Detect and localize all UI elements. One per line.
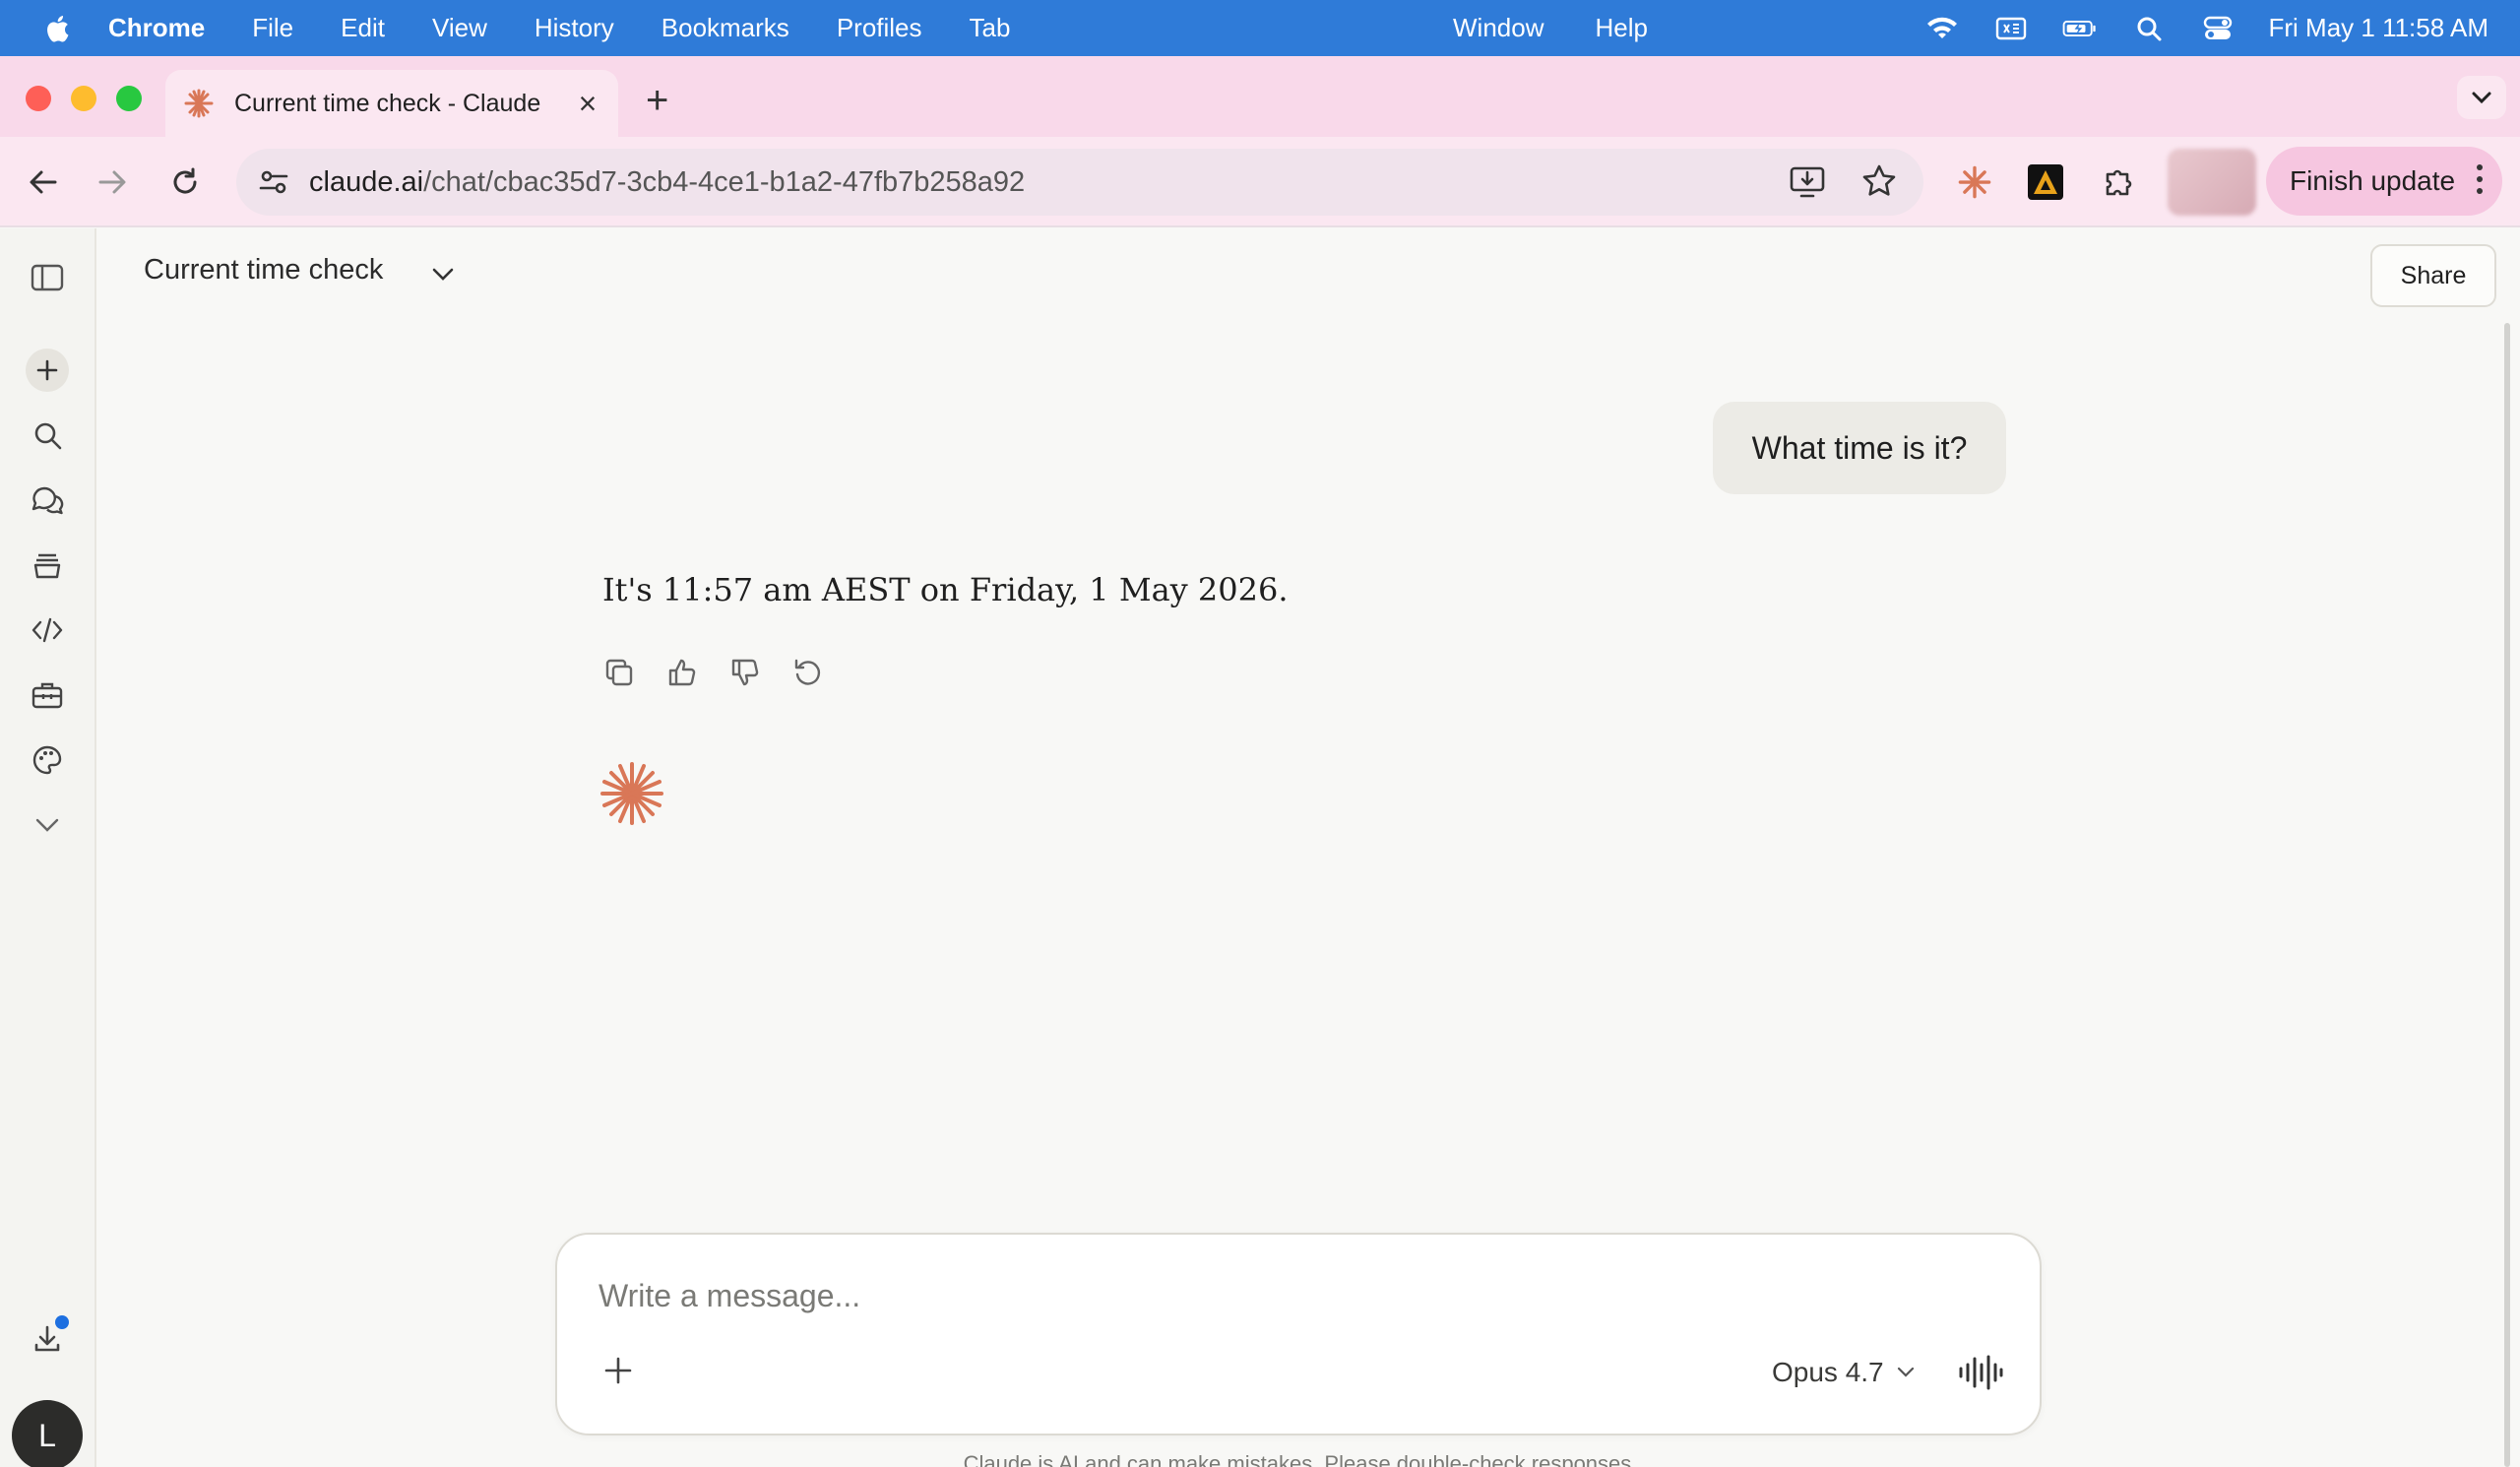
bookmark-star-icon[interactable] xyxy=(1860,162,1898,207)
disclaimer-text: Claude is AI and can make mistakes. Plea… xyxy=(963,1451,1638,1467)
reload-icon xyxy=(173,167,197,194)
menu-help[interactable]: Help xyxy=(1595,13,1647,43)
triangle-extension-icon[interactable] xyxy=(2024,160,2067,204)
menu-history[interactable]: History xyxy=(535,13,614,43)
tab-strip: Current time check - Claude × + xyxy=(0,56,2520,137)
url-text: claude.ai/chat/cbac35d7-3cb4-4ce1-b1a2-4… xyxy=(309,166,1025,199)
menu-edit[interactable]: Edit xyxy=(341,13,385,43)
menu-profiles[interactable]: Profiles xyxy=(837,13,922,43)
add-attachment-button[interactable] xyxy=(598,1351,638,1390)
arrow-right-icon xyxy=(98,170,126,194)
tab-search-button[interactable] xyxy=(2457,76,2506,119)
chevron-down-icon xyxy=(1897,1367,1914,1377)
window-zoom-button[interactable] xyxy=(116,86,142,111)
menu-window[interactable]: Window xyxy=(1453,13,1544,43)
url-domain: claude.ai xyxy=(309,165,424,198)
message-composer: Opus 4.7 xyxy=(555,1233,2042,1435)
menu-view[interactable]: View xyxy=(432,13,487,43)
new-tab-button[interactable]: + xyxy=(646,81,668,120)
back-button[interactable] xyxy=(22,160,65,204)
model-selector[interactable]: Opus 4.7 xyxy=(1772,1357,1916,1388)
notification-dot xyxy=(55,1315,69,1329)
battery-icon[interactable] xyxy=(2062,14,2098,43)
menu-bookmarks[interactable]: Bookmarks xyxy=(662,13,789,43)
assistant-message-text: It's 11:57 am AEST on Friday, 1 May 2026… xyxy=(602,571,1289,608)
browser-tab-active[interactable]: Current time check - Claude × xyxy=(165,70,618,137)
model-label: Opus 4.7 xyxy=(1772,1357,1884,1387)
message-actions xyxy=(602,656,825,689)
url-path: /chat/cbac35d7-3cb4-4ce1-b1a2-47fb7b258a… xyxy=(423,165,1026,198)
message-input[interactable] xyxy=(598,1278,1780,1314)
menu-tab[interactable]: Tab xyxy=(970,13,1011,43)
chats-icon[interactable] xyxy=(28,480,67,520)
new-chat-button[interactable] xyxy=(26,349,69,392)
palette-icon[interactable] xyxy=(28,740,67,780)
claude-extension-icon[interactable] xyxy=(1953,160,1996,204)
wifi-icon[interactable] xyxy=(1924,14,1960,43)
tab-title: Current time check - Claude xyxy=(234,89,541,117)
claude-favicon-icon xyxy=(184,89,214,118)
menu-app-name[interactable]: Chrome xyxy=(108,13,205,43)
retry-icon[interactable] xyxy=(791,656,825,689)
scrollbar[interactable] xyxy=(2504,323,2510,1467)
window-close-button[interactable] xyxy=(26,86,51,111)
claude-logo-icon xyxy=(600,762,663,825)
site-info-icon[interactable] xyxy=(254,162,293,202)
control-center-icon[interactable] xyxy=(2200,14,2236,43)
plus-icon xyxy=(604,1357,632,1384)
chevron-down-icon[interactable] xyxy=(429,262,457,286)
projects-icon[interactable] xyxy=(28,545,67,585)
chevron-down-icon[interactable] xyxy=(28,805,67,845)
voice-mode-icon[interactable] xyxy=(1957,1353,2004,1392)
thumbs-down-icon[interactable] xyxy=(728,656,762,689)
user-message-text: What time is it? xyxy=(1751,429,1968,466)
macos-menu-bar: Chrome File Edit View History Bookmarks … xyxy=(0,0,2520,56)
input-source-icon[interactable] xyxy=(1993,14,2029,43)
copy-icon[interactable] xyxy=(602,656,636,689)
install-app-icon[interactable] xyxy=(1788,162,1827,207)
code-icon[interactable] xyxy=(28,610,67,650)
user-message-bubble: What time is it? xyxy=(1713,402,2006,494)
chevron-down-icon xyxy=(2472,92,2491,104)
forward-button[interactable] xyxy=(91,160,134,204)
app-sidebar: L xyxy=(0,228,96,1467)
finish-update-button[interactable]: Finish update xyxy=(2266,147,2502,216)
finish-update-label: Finish update xyxy=(2290,165,2456,196)
thumbs-up-icon[interactable] xyxy=(665,656,699,689)
spotlight-search-icon[interactable] xyxy=(2131,14,2167,43)
extensions-puzzle-icon[interactable] xyxy=(2097,160,2140,204)
address-bar[interactable]: claude.ai/chat/cbac35d7-3cb4-4ce1-b1a2-4… xyxy=(236,149,1923,216)
more-menu-icon[interactable] xyxy=(2477,164,2483,200)
arrow-left-icon xyxy=(30,170,57,194)
share-button[interactable]: Share xyxy=(2370,244,2496,307)
profile-avatar[interactable] xyxy=(2168,149,2256,216)
menu-file[interactable]: File xyxy=(252,13,293,43)
plus-icon xyxy=(36,359,58,381)
tab-close-icon[interactable]: × xyxy=(575,88,600,119)
window-minimize-button[interactable] xyxy=(71,86,96,111)
reload-button[interactable] xyxy=(163,160,207,204)
menu-bar-clock[interactable]: Fri May 1 11:58 AM xyxy=(2269,13,2489,43)
browser-toolbar: claude.ai/chat/cbac35d7-3cb4-4ce1-b1a2-4… xyxy=(0,137,2520,227)
search-icon[interactable] xyxy=(28,415,67,455)
apple-logo-icon[interactable] xyxy=(41,12,71,45)
toolbox-icon[interactable] xyxy=(28,675,67,715)
sidebar-toggle-icon[interactable] xyxy=(28,258,67,297)
chat-title[interactable]: Current time check xyxy=(144,254,383,287)
